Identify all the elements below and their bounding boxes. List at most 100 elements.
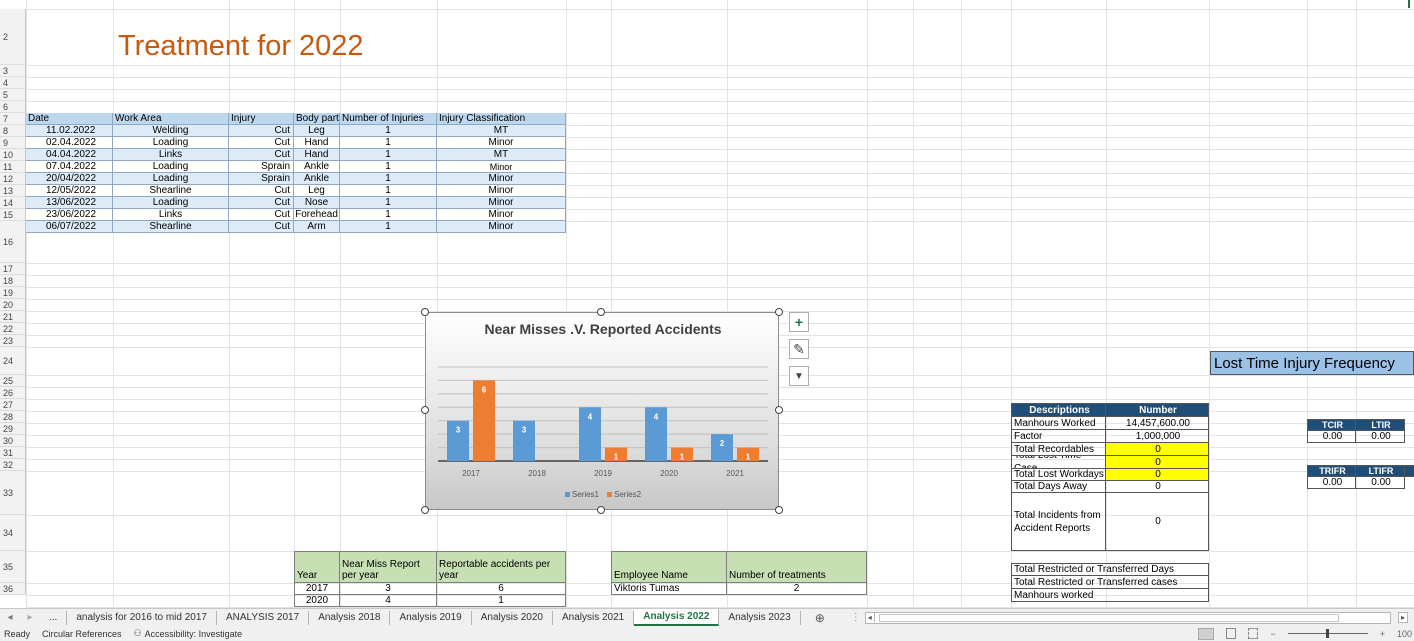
treatment-cell[interactable]: 1 (340, 125, 437, 137)
accessibility-icon[interactable]: ⚇ (134, 628, 142, 639)
near-miss-cell[interactable]: 1 (437, 595, 566, 607)
row-header[interactable]: 3 (0, 65, 26, 77)
descriptions-cell[interactable]: Total Recordables (1011, 443, 1106, 456)
treatment-cell[interactable]: Links (113, 149, 229, 161)
treatment-cell[interactable]: 13/06/2022 (26, 197, 113, 209)
row-header[interactable]: 2 (0, 9, 26, 65)
treatment-cell[interactable]: Loading (113, 173, 229, 185)
rate-value-cell[interactable]: 0.00 (1356, 431, 1405, 443)
near-miss-header-cell[interactable]: Year (294, 551, 340, 583)
row-header[interactable]: 21 (0, 311, 26, 323)
sheet-tab[interactable]: analysis for 2016 to mid 2017 (67, 610, 217, 625)
treatment-cell[interactable]: Leg (294, 125, 340, 137)
row-header[interactable]: 26 (0, 387, 26, 399)
descriptions-extra-row[interactable]: Manhours worked (1011, 589, 1209, 602)
sheet-tab[interactable]: Analysis 2022 (634, 609, 720, 626)
treatment-cell[interactable]: Leg (294, 185, 340, 197)
treatment-cell[interactable]: Minor (437, 197, 566, 209)
row-header[interactable]: 32 (0, 459, 26, 471)
treatment-cell[interactable]: Welding (113, 125, 229, 137)
row-header[interactable]: 5 (0, 89, 26, 101)
treatment-cell[interactable]: Ankle (294, 161, 340, 173)
treatment-cell[interactable]: 12/05/2022 (26, 185, 113, 197)
worksheet-grid[interactable]: 2 3 4 5 6 7 8 9 10 11 12 13 14 15 16 17 18 19 20 21 22 23 24 25… (0, 0, 1414, 608)
treatment-cell[interactable]: Cut (229, 221, 294, 233)
descriptions-cell[interactable]: 0 (1106, 456, 1209, 469)
chart-resize-handle-bl[interactable] (421, 506, 429, 514)
page-break-view-icon[interactable] (1248, 628, 1259, 639)
treatment-cell[interactable]: Cut (229, 197, 294, 209)
row-header[interactable]: 17 (0, 263, 26, 275)
treatment-cell[interactable]: Hand (294, 149, 340, 161)
near-miss-cell[interactable]: 6 (437, 583, 566, 595)
treatment-header-cell[interactable]: Injury (229, 113, 294, 125)
descriptions-cell[interactable]: 14,457,600.00 (1106, 417, 1209, 430)
treatment-header-cell[interactable]: Injury Classification (437, 113, 566, 125)
treatment-cell[interactable]: Minor (437, 137, 566, 149)
rate-header-cell[interactable]: TRIFR (1307, 465, 1356, 477)
descriptions-header-cell[interactable]: Number (1106, 403, 1209, 417)
row-header[interactable]: 25 (0, 375, 26, 387)
treatment-cell[interactable]: Nose (294, 197, 340, 209)
descriptions-cell[interactable]: 0 (1106, 493, 1209, 551)
tab-scroll-left-icon[interactable]: ◂ (0, 612, 20, 623)
treatment-cell[interactable]: Links (113, 209, 229, 221)
treatment-cell[interactable]: Minor (437, 185, 566, 197)
chart-resize-handle-tl[interactable] (421, 308, 429, 316)
treatment-cell[interactable]: 04.04.2022 (26, 149, 113, 161)
treatment-cell[interactable]: Sprain (229, 173, 294, 185)
tab-scroll-right-icon[interactable]: ▸ (20, 612, 40, 623)
page-layout-view-icon[interactable] (1226, 628, 1237, 639)
sheet-tab[interactable]: Analysis 2020 (472, 610, 553, 625)
sheet-title[interactable]: Treatment for 2022 (118, 30, 364, 63)
sheet-tab[interactable]: Analysis 2021 (553, 610, 635, 625)
row-header[interactable]: 29 (0, 423, 26, 435)
rate-header-cell[interactable]: TCIR (1307, 419, 1356, 431)
near-miss-cell[interactable]: 2020 (294, 595, 340, 607)
treatment-cell[interactable]: Loading (113, 137, 229, 149)
row-header[interactable]: 22 (0, 323, 26, 335)
descriptions-header-cell[interactable]: Descriptions (1011, 403, 1106, 417)
treatment-cell[interactable]: 20/04/2022 (26, 173, 113, 185)
treatment-cell[interactable]: Loading (113, 161, 229, 173)
treatment-cell[interactable]: 1 (340, 161, 437, 173)
near-miss-header-cell[interactable]: Reportable accidents per year (437, 551, 566, 583)
row-header[interactable]: 11 (0, 161, 26, 173)
chart-resize-handle-l[interactable] (421, 406, 429, 414)
sheet-tab[interactable]: Analysis 2018 (309, 610, 391, 625)
treatment-cell[interactable]: 07.04.2022 (26, 161, 113, 173)
row-header[interactable]: 20 (0, 299, 26, 311)
treatment-header-cell[interactable]: Body part (294, 113, 340, 125)
treatment-cell[interactable]: Cut (229, 137, 294, 149)
treatment-cell[interactable]: Minor (437, 173, 566, 185)
descriptions-cell[interactable]: Total Days Away (1011, 481, 1106, 493)
row-header[interactable]: 14 (0, 197, 26, 209)
rate-header-cell[interactable]: LTIFR (1356, 465, 1405, 477)
treatment-cell[interactable]: Shearline (113, 221, 229, 233)
treatment-cell[interactable]: 1 (340, 149, 437, 161)
row-header[interactable]: 30 (0, 435, 26, 447)
sheet-tab[interactable]: ... (40, 610, 68, 625)
treatment-cell[interactable]: Minor (437, 209, 566, 221)
descriptions-cell[interactable]: Total Incidents from Accident Reports (1011, 493, 1106, 551)
chart-elements-button[interactable]: + (789, 312, 809, 332)
descriptions-cell[interactable]: Total Lost Workdays (1011, 469, 1106, 481)
treatment-cell[interactable]: MT (437, 149, 566, 161)
row-header[interactable]: 36 (0, 583, 26, 595)
near-miss-cell[interactable]: 2017 (294, 583, 340, 595)
treatment-cell[interactable]: Arm (294, 221, 340, 233)
add-sheet-icon[interactable]: ⊕ (815, 611, 825, 625)
row-header[interactable]: 15 (0, 209, 26, 221)
treatment-header-cell[interactable]: Date (26, 113, 113, 125)
rate-header-cell[interactable]: S (1405, 465, 1414, 477)
treatment-cell[interactable]: 1 (340, 173, 437, 185)
rate-value-cell[interactable]: 0.00 (1307, 477, 1356, 489)
treatment-header-cell[interactable]: Work Area (113, 113, 229, 125)
treatment-cell[interactable]: 23/06/2022 (26, 209, 113, 221)
treatment-cell[interactable]: MT (437, 125, 566, 137)
zoom-out-icon[interactable]: − (1270, 629, 1275, 639)
normal-view-icon[interactable] (1198, 627, 1215, 640)
employee-header-cell[interactable]: Number of treatments (727, 551, 867, 583)
row-header[interactable]: 6 (0, 101, 26, 113)
treatment-cell[interactable]: Cut (229, 209, 294, 221)
